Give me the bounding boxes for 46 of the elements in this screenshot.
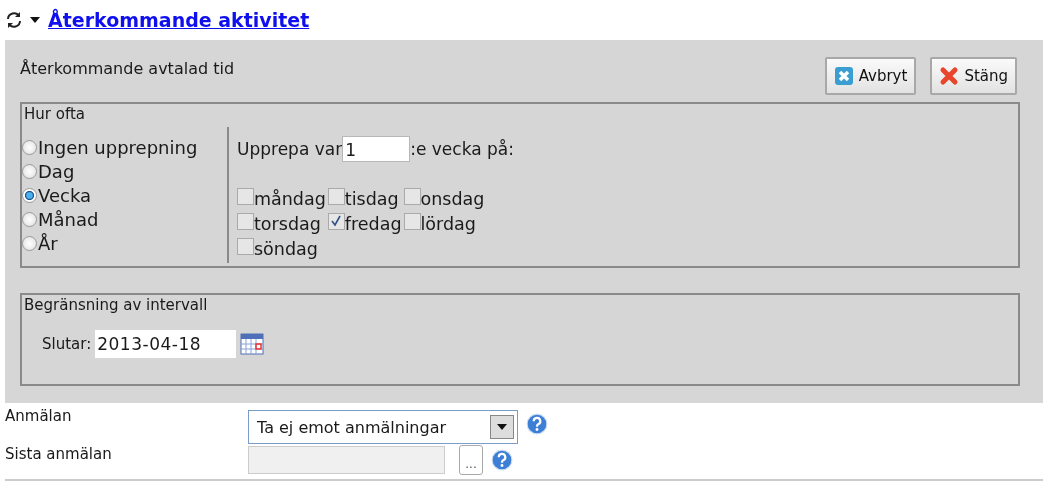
caret-icon [497, 424, 507, 430]
checkbox[interactable] [403, 188, 421, 205]
cancel-button[interactable]: Avbryt [824, 57, 917, 95]
field-label: Anmälan [5, 406, 73, 425]
weekday-option[interactable]: tisdag [327, 184, 402, 209]
calendar-icon[interactable] [240, 332, 265, 356]
repeat-label: Upprepa var [237, 139, 343, 159]
weekday-option[interactable]: söndag [237, 234, 326, 259]
radio-button[interactable] [22, 187, 37, 203]
date-field[interactable]: 2013-04-18 [95, 330, 237, 358]
panel-title: Återkommande avtalad tid [20, 59, 235, 80]
end-label: Slutar: [42, 335, 92, 353]
close-button[interactable]: Stäng [930, 57, 1017, 95]
weekday-option[interactable]: fredag [327, 209, 402, 234]
frequency-option[interactable]: Ingen upprepning [22, 135, 227, 159]
refresh-icon[interactable] [4, 10, 24, 30]
weekday-option[interactable]: onsdag [403, 184, 485, 209]
caret-icon[interactable] [30, 17, 40, 23]
frequency-option[interactable]: År [22, 231, 227, 255]
cancel-icon [833, 66, 854, 86]
frequency-option[interactable]: Vecka [22, 183, 227, 207]
section-link[interactable]: Återkommande aktivitet [48, 9, 310, 31]
checkbox[interactable] [237, 188, 254, 205]
frequency-option[interactable]: Dag [22, 159, 227, 183]
radio-button[interactable] [22, 139, 37, 155]
help-icon[interactable] [526, 413, 548, 435]
close-icon [939, 66, 960, 86]
checkbox[interactable] [237, 238, 254, 255]
help-icon[interactable] [491, 449, 513, 471]
weekday-option[interactable]: måndag [237, 184, 326, 209]
weekday-option[interactable]: torsdag [237, 209, 326, 234]
checkbox[interactable] [237, 213, 254, 230]
field-label: Sista anmälan [5, 444, 113, 463]
weekday-option[interactable]: lördag [403, 209, 485, 234]
frequency-option[interactable]: Månad [22, 207, 227, 231]
checkbox[interactable] [403, 213, 421, 230]
radio-button[interactable] [22, 235, 37, 251]
group-legend: Begränsning av intervall [22, 295, 1018, 318]
repeat-unit-label: :e vecka på: [410, 139, 514, 159]
registration-dropdown[interactable]: Ta ej emot anmälningar [248, 410, 518, 444]
radio-button[interactable] [22, 163, 37, 179]
radio-button[interactable] [22, 211, 37, 227]
group-legend: Hur ofta [22, 104, 1018, 127]
checkbox[interactable] [327, 213, 345, 230]
checkbox[interactable] [327, 188, 345, 205]
interval-field[interactable]: 1 [342, 136, 411, 162]
